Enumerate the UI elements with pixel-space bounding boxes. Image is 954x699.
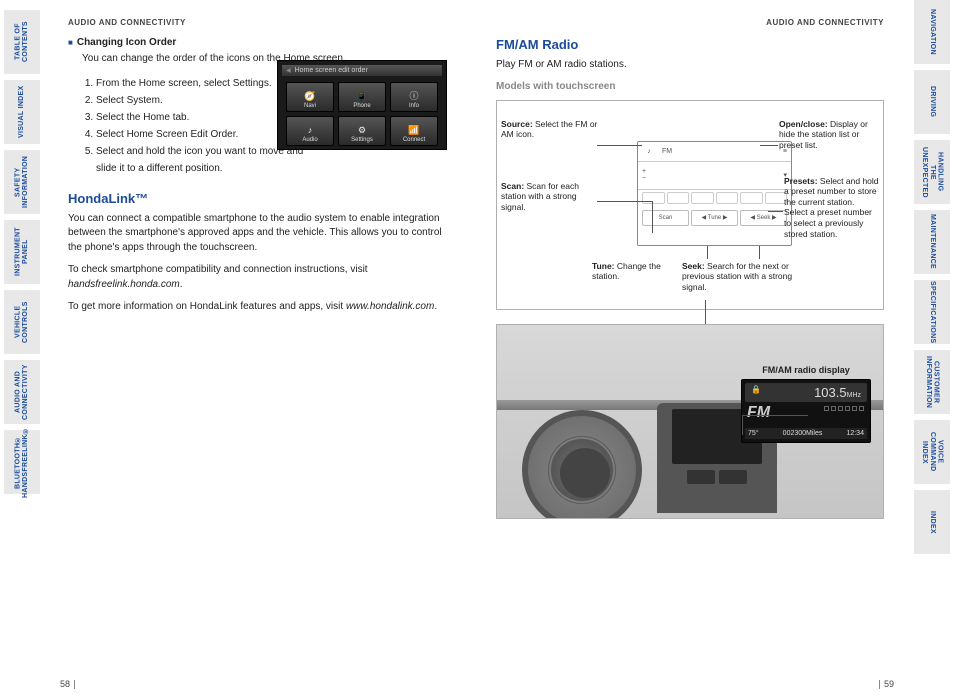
tab-maintenance[interactable]: MAINTENANCE bbox=[914, 210, 950, 274]
callout-scan: Scan: Scan for each station with a stron… bbox=[501, 181, 601, 213]
fmam-intro: Play FM or AM radio stations. bbox=[496, 58, 884, 73]
arrow-left-icon: ◀ bbox=[750, 214, 755, 221]
callout-seek: Seek: Search for the next or previous st… bbox=[682, 261, 797, 293]
dashboard-illustration: FM/AM radio display 🔒103.5MHz FM 75°0023… bbox=[496, 324, 884, 519]
gear-icon: ⚙ bbox=[358, 126, 366, 135]
tab-audio[interactable]: AUDIO AND CONNECTIVITY bbox=[4, 360, 40, 424]
hondalink-p1: You can connect a compatible smartphone … bbox=[68, 212, 456, 256]
header-left: AUDIO AND CONNECTIVITY bbox=[68, 18, 456, 27]
ts-icon-phone: 📱Phone bbox=[338, 82, 386, 112]
tab-instrument[interactable]: INSTRUMENT PANEL bbox=[4, 220, 40, 284]
callout-tune: Tune: Change the station. bbox=[592, 261, 677, 282]
fm-display: 🔒103.5MHz FM 75°002300Miles12:34 bbox=[741, 379, 871, 443]
tab-index[interactable]: INDEX bbox=[914, 490, 950, 554]
callout-box: ♪FM≡ +−▾ Scan ◀ Tune ▶ ◀ Seek ▶ Source: … bbox=[496, 100, 884, 310]
hondalink-p3: To get more information on HondaLink fea… bbox=[68, 300, 456, 315]
left-tab-strip: TABLE OF CONTENTS VISUAL INDEX SAFETY IN… bbox=[4, 0, 40, 494]
ts-scan: Scan bbox=[642, 210, 689, 226]
right-tab-strip: NAVIGATION DRIVING HANDLING THE UNEXPECT… bbox=[914, 0, 950, 554]
page-left: AUDIO AND CONNECTIVITY Changing Icon Ord… bbox=[52, 0, 472, 343]
tab-safety[interactable]: SAFETY INFORMATION bbox=[4, 150, 40, 214]
tab-customer[interactable]: CUSTOMER INFORMATION bbox=[914, 350, 950, 414]
touchscreen-illustration: Home screen edit order 🧭Navi 📱Phone ⓘInf… bbox=[277, 60, 447, 150]
music-icon: ♪ bbox=[308, 126, 313, 135]
page-number-right: 59 bbox=[875, 679, 894, 689]
ts-screen: ♪FM≡ +−▾ Scan ◀ Tune ▶ ◀ Seek ▶ bbox=[637, 141, 792, 246]
page-number-left: 58 bbox=[60, 679, 79, 689]
tab-toc[interactable]: TABLE OF CONTENTS bbox=[4, 10, 40, 74]
ts-seek: ◀ Seek ▶ bbox=[740, 210, 787, 226]
ts-icon-grid: 🧭Navi 📱Phone ⓘInfo ♪Audio ⚙Settings 📶Con… bbox=[282, 80, 442, 148]
tab-bluetooth[interactable]: BLUETOOTH® HANDSFREELINK® bbox=[4, 430, 40, 494]
compass-icon: 🧭 bbox=[304, 92, 315, 101]
ts-icon-settings: ⚙Settings bbox=[338, 116, 386, 146]
info-icon: ⓘ bbox=[409, 92, 418, 101]
arrow-right-icon: ▶ bbox=[723, 214, 728, 221]
models-sub: Models with touchscreen bbox=[496, 81, 884, 92]
lock-icon: 🔒 bbox=[751, 385, 761, 394]
fm-display-box: FM/AM radio display 🔒103.5MHz FM 75°0023… bbox=[741, 365, 871, 443]
tab-handling[interactable]: HANDLING THE UNEXPECTED bbox=[914, 140, 950, 204]
hondalink-title: HondaLink™ bbox=[68, 191, 456, 206]
ts-icon-audio: ♪Audio bbox=[286, 116, 334, 146]
fm-band: FM bbox=[747, 404, 770, 422]
arrow-left-icon: ◀ bbox=[701, 214, 706, 221]
fmam-title: FM/AM Radio bbox=[496, 37, 884, 52]
hondalink-p2: To check smartphone compatibility and co… bbox=[68, 263, 456, 292]
page-right: AUDIO AND CONNECTIVITY FM/AM Radio Play … bbox=[480, 0, 900, 539]
phone-icon: 📱 bbox=[356, 92, 367, 101]
tab-navigation[interactable]: NAVIGATION bbox=[914, 0, 950, 64]
ts-presets bbox=[638, 190, 791, 206]
signal-icon: 📶 bbox=[408, 126, 419, 135]
tab-vehicle[interactable]: VEHICLE CONTROLS bbox=[4, 290, 40, 354]
callout-source: Source: Select the FM or AM icon. bbox=[501, 119, 601, 140]
arrow-right-icon: ▶ bbox=[772, 214, 777, 221]
steering-wheel bbox=[522, 410, 642, 519]
ts-buttons: Scan ◀ Tune ▶ ◀ Seek ▶ bbox=[638, 206, 791, 230]
ts-tune: ◀ Tune ▶ bbox=[691, 210, 738, 226]
tab-specs[interactable]: SPECIFICATIONS bbox=[914, 280, 950, 344]
ts-icon-info: ⓘInfo bbox=[390, 82, 438, 112]
callout-open: Open/close: Display or hide the station … bbox=[779, 119, 879, 151]
tab-voice[interactable]: VOICE COMMAND INDEX bbox=[914, 420, 950, 484]
fm-display-caption: FM/AM radio display bbox=[741, 365, 871, 375]
tab-driving[interactable]: DRIVING bbox=[914, 70, 950, 134]
callout-presets: Presets: Select and hold a preset number… bbox=[784, 176, 879, 240]
ts-icon-navi: 🧭Navi bbox=[286, 82, 334, 112]
ts-title: Home screen edit order bbox=[282, 65, 442, 76]
audio-icon: ♪ bbox=[642, 148, 656, 155]
ts-icon-connect: 📶Connect bbox=[390, 116, 438, 146]
section-title: Changing Icon Order bbox=[68, 37, 456, 48]
header-right: AUDIO AND CONNECTIVITY bbox=[496, 18, 884, 27]
tab-visual-index[interactable]: VISUAL INDEX bbox=[4, 80, 40, 144]
